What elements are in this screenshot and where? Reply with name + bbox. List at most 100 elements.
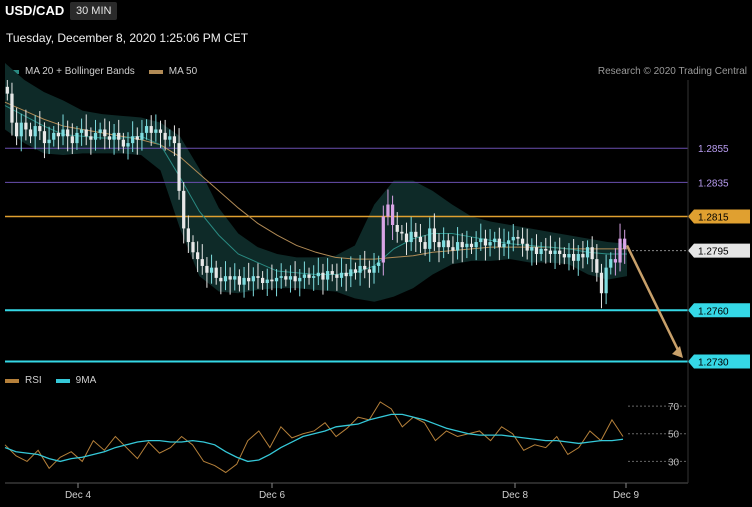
candle-body	[177, 143, 181, 191]
candle-body	[386, 204, 390, 217]
candle-body	[10, 93, 14, 123]
candle-body	[61, 129, 65, 137]
candle-body	[5, 86, 9, 94]
candle-body	[70, 136, 74, 144]
candle-body	[135, 136, 139, 140]
candle-body	[52, 132, 56, 140]
candle-body	[256, 276, 260, 278]
candle-body	[544, 248, 548, 251]
candle-body	[599, 272, 604, 294]
candle-body	[247, 277, 251, 282]
candle-body	[186, 228, 190, 243]
candle-body	[228, 276, 232, 280]
candle-body	[168, 136, 172, 140]
candle-body	[604, 267, 608, 294]
rsi-tick-label: 70	[668, 402, 680, 413]
candle-body	[479, 238, 483, 243]
candle-body	[409, 231, 413, 243]
candle-body	[307, 274, 311, 278]
candle-body	[395, 225, 399, 232]
candle-body	[483, 238, 488, 246]
candle-body	[358, 265, 362, 273]
candle-body	[33, 126, 37, 137]
candle-body	[339, 272, 344, 278]
candle-body	[298, 277, 302, 282]
candle-body	[163, 132, 167, 140]
candle-body	[205, 265, 209, 273]
candle-body	[260, 277, 265, 283]
x-tick-label: Dec 6	[259, 490, 286, 501]
candle-body	[284, 276, 288, 280]
candle-body	[330, 271, 334, 275]
candle-body	[548, 250, 553, 254]
candle-body	[507, 240, 511, 244]
candle-body	[75, 132, 79, 144]
candle-body	[84, 129, 88, 137]
level-label-1.2795: 1.2795	[698, 247, 729, 258]
candle-body	[404, 233, 409, 243]
candle-body	[288, 276, 293, 280]
candle-body	[520, 238, 525, 244]
rsi-tick-label: 50	[668, 430, 680, 441]
candle-body	[126, 143, 130, 147]
candle-body	[623, 238, 627, 249]
candle-body	[372, 265, 376, 273]
candle-body	[553, 250, 557, 254]
candle-body	[581, 254, 585, 258]
price-chart[interactable]: 1.2855 1.2835 1.2815 1.2795 1.2760 1.2730 70 50…	[0, 0, 752, 507]
x-tick-label: Dec 4	[65, 490, 92, 501]
candle-body	[460, 242, 464, 248]
candle-body	[223, 276, 228, 282]
candle-body	[525, 243, 529, 251]
candle-body	[321, 272, 325, 280]
candle-body	[28, 129, 33, 137]
candle-body	[432, 228, 436, 243]
candle-body	[562, 254, 566, 258]
candle-body	[154, 129, 158, 133]
candle-body	[121, 139, 125, 147]
candle-body	[367, 269, 372, 273]
candle-body	[423, 242, 427, 249]
candle-body	[400, 231, 404, 234]
candle-body	[274, 277, 279, 282]
candle-body	[349, 269, 353, 277]
candle-body	[344, 272, 348, 277]
candle-body	[442, 240, 446, 248]
candle-body	[251, 276, 255, 282]
candle-body	[182, 190, 186, 229]
candle-body	[117, 132, 121, 140]
candle-body	[335, 274, 339, 278]
candle-body	[279, 276, 283, 278]
candle-body	[66, 129, 70, 137]
candle-body	[14, 122, 19, 137]
candle-body	[451, 247, 455, 251]
candle-body	[196, 252, 200, 260]
candle-body	[493, 238, 497, 243]
candle-body	[530, 247, 534, 251]
candle-body	[89, 136, 93, 140]
candle-body	[428, 228, 432, 249]
rsi-tick-label: 30	[668, 457, 680, 468]
x-tick-label: Dec 9	[613, 490, 640, 501]
candle-body	[24, 122, 28, 130]
candle-body	[437, 242, 441, 248]
candle-body	[381, 216, 385, 263]
candle-body	[414, 231, 418, 237]
candle-body	[474, 242, 478, 248]
candle-body	[390, 204, 395, 225]
candle-body	[131, 136, 135, 144]
candle-body	[293, 276, 297, 282]
rsi-series-RSI	[4, 401, 624, 474]
candle-body	[200, 259, 204, 266]
candle-body	[316, 272, 320, 277]
candle-body	[465, 243, 469, 248]
level-label-1.2855: 1.2855	[698, 144, 729, 155]
candle-body	[149, 126, 153, 133]
level-label-1.2730: 1.2730	[698, 357, 729, 368]
candle-body	[237, 276, 242, 285]
candle-body	[19, 122, 23, 137]
candle-body	[534, 247, 539, 254]
candle-body	[377, 262, 381, 266]
candle-body	[353, 269, 358, 273]
candle-body	[79, 129, 84, 133]
